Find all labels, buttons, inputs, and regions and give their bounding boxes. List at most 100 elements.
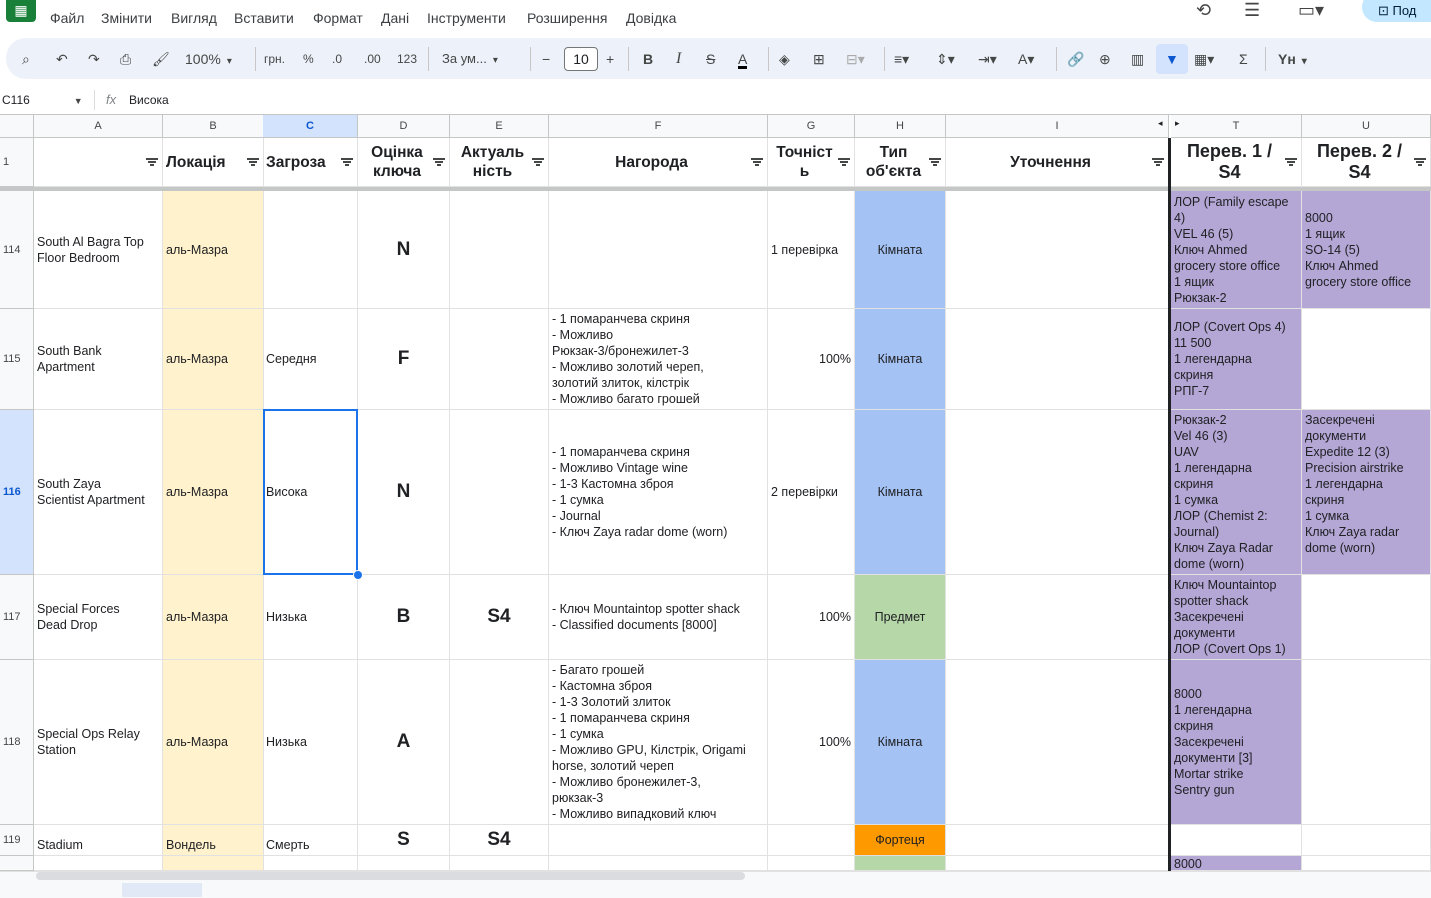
cell-a[interactable]: South Zaya Scientist Apartment [34, 410, 163, 575]
column-filter-icon[interactable] [532, 158, 544, 166]
column-header-c[interactable]: C [263, 115, 358, 138]
cell-b[interactable] [163, 856, 264, 871]
cell-g[interactable]: 1 перевірка [768, 191, 855, 309]
cell-g[interactable]: 2 перевірки [768, 410, 855, 575]
cell-d[interactable]: S [358, 825, 450, 856]
column-filter-icon[interactable] [341, 158, 353, 166]
cell-h[interactable]: Кімната [855, 660, 946, 825]
header-cell-i[interactable]: Уточнення [946, 138, 1169, 187]
cell-i[interactable] [946, 410, 1169, 575]
name-box[interactable]: C116 ▼ [2, 93, 83, 107]
cell-h[interactable]: Кімната [855, 410, 946, 575]
insert-chart-icon[interactable]: ▥ [1131, 50, 1144, 68]
insert-link-icon[interactable]: 🔗 [1067, 50, 1084, 68]
cell-u[interactable] [1302, 660, 1431, 825]
column-header-f[interactable]: F [549, 115, 768, 138]
cell-c[interactable] [263, 191, 358, 309]
cell-i[interactable] [946, 660, 1169, 825]
column-header-b[interactable]: B [163, 115, 264, 138]
merge-cells-icon[interactable]: ⊟▾ [846, 50, 865, 68]
filter-views-icon[interactable]: ▦▾ [1194, 50, 1214, 68]
row-header[interactable]: 117 [0, 575, 34, 660]
row-header[interactable]: 116 [0, 410, 34, 575]
column-filter-icon[interactable] [751, 158, 763, 166]
cell-t[interactable]: Рюкзак-2 Vel 46 (3) UAV 1 легендарна скр… [1171, 410, 1302, 575]
cell-e[interactable]: S4 [450, 825, 549, 856]
sheet-tab[interactable] [122, 883, 202, 897]
cell-e[interactable] [450, 309, 549, 410]
cell-u[interactable] [1302, 825, 1431, 856]
horizontal-scrollbar[interactable] [36, 872, 745, 880]
cell-d[interactable]: A [358, 660, 450, 825]
column-header-a[interactable]: A [34, 115, 163, 138]
column-filter-icon[interactable] [433, 158, 445, 166]
cell-t[interactable]: 8000 [1171, 856, 1302, 871]
column-filter-icon[interactable] [146, 158, 158, 166]
cell-i[interactable] [946, 825, 1169, 856]
cell-t[interactable]: 8000 1 легендарна скриня Засекречені док… [1171, 660, 1302, 825]
row-header[interactable]: 115 [0, 309, 34, 410]
input-tools-button[interactable]: Yн [1278, 50, 1307, 68]
menu-item[interactable]: Дані [381, 10, 409, 26]
cell-f[interactable]: - 1 помаранчева скриня - Можливо Vintage… [549, 410, 768, 575]
cell-e[interactable] [450, 660, 549, 825]
cell-b[interactable]: Вондель [163, 825, 264, 856]
header-cell-f[interactable]: Нагорода [549, 138, 768, 187]
cell-h[interactable]: Предмет [855, 575, 946, 660]
cell-t[interactable]: Ключ Mountaintop spotter shack Засекрече… [1171, 575, 1302, 660]
column-filter-icon[interactable] [929, 158, 941, 166]
column-filter-icon[interactable] [838, 158, 850, 166]
currency-format-button[interactable]: грн. [264, 50, 285, 68]
cell-f[interactable]: - Ключ Mountaintop spotter shack - Class… [549, 575, 768, 660]
history-icon[interactable]: ⟲ [1196, 0, 1211, 21]
scroll-right-arrow-icon[interactable]: ▸ [1175, 118, 1183, 134]
row-header[interactable]: 119 [0, 825, 34, 856]
vertical-align-icon[interactable]: ⇕▾ [936, 50, 955, 68]
font-size-input[interactable]: 10 [564, 47, 598, 71]
text-wrap-icon[interactable]: ⇥▾ [978, 50, 997, 68]
cell-b[interactable]: аль-Мазра [163, 309, 264, 410]
cell-h[interactable] [855, 856, 946, 871]
font-select[interactable]: За ум... [442, 50, 498, 68]
menu-item[interactable]: Довідка [626, 10, 676, 26]
cell-a[interactable] [34, 856, 163, 871]
column-header-g[interactable]: G [768, 115, 855, 138]
header-cell-u[interactable]: Перев. 2 / S4 [1302, 138, 1431, 187]
cell-u[interactable]: 8000 1 ящик SO-14 (5) Ключ Ahmed grocery… [1302, 191, 1431, 309]
column-header-h[interactable]: H [855, 115, 946, 138]
cell-i[interactable] [946, 191, 1169, 309]
cell-a[interactable]: South Al Bagra Top Floor Bedroom [34, 191, 163, 309]
column-header-d[interactable]: D [358, 115, 450, 138]
menu-item[interactable]: Вставити [234, 10, 294, 26]
cell-b[interactable]: аль-Мазра [163, 575, 264, 660]
menu-item[interactable]: Розширення [527, 10, 607, 26]
font-size-decrease-icon[interactable]: − [542, 50, 550, 68]
bold-button[interactable]: B [643, 50, 653, 68]
cell-c[interactable] [263, 856, 358, 871]
row-header[interactable]: 1 [0, 138, 34, 187]
cell-b[interactable]: аль-Мазра [163, 191, 264, 309]
search-icon[interactable]: ⌕ [22, 50, 30, 68]
cell-a[interactable]: Special Ops Relay Station [34, 660, 163, 825]
menu-item[interactable]: Вигляд [171, 10, 217, 26]
cell-u[interactable] [1302, 856, 1431, 871]
cell-b[interactable]: аль-Мазра [163, 410, 264, 575]
cell-u[interactable] [1302, 575, 1431, 660]
italic-button[interactable]: I [676, 50, 681, 68]
cell-c[interactable]: Середня [263, 309, 358, 410]
column-filter-icon[interactable] [1152, 158, 1164, 166]
horizontal-align-icon[interactable]: ≡▾ [894, 50, 909, 68]
row-header[interactable]: 118 [0, 660, 34, 825]
strikethrough-button[interactable]: S [706, 50, 715, 68]
cell-u[interactable] [1302, 309, 1431, 410]
functions-button[interactable]: Σ [1239, 50, 1248, 68]
menu-item[interactable]: Інструменти [427, 10, 506, 26]
print-icon[interactable]: ⎙ [120, 50, 131, 68]
cell-d[interactable] [358, 856, 450, 871]
filter-icon[interactable]: ▼ [1165, 50, 1179, 68]
column-filter-icon[interactable] [1285, 158, 1297, 166]
cell-h[interactable]: Кімната [855, 191, 946, 309]
column-header-t[interactable]: T [1171, 115, 1302, 138]
share-button[interactable]: ⊡ Под [1362, 0, 1431, 22]
redo-icon[interactable]: ↷ [88, 50, 100, 68]
